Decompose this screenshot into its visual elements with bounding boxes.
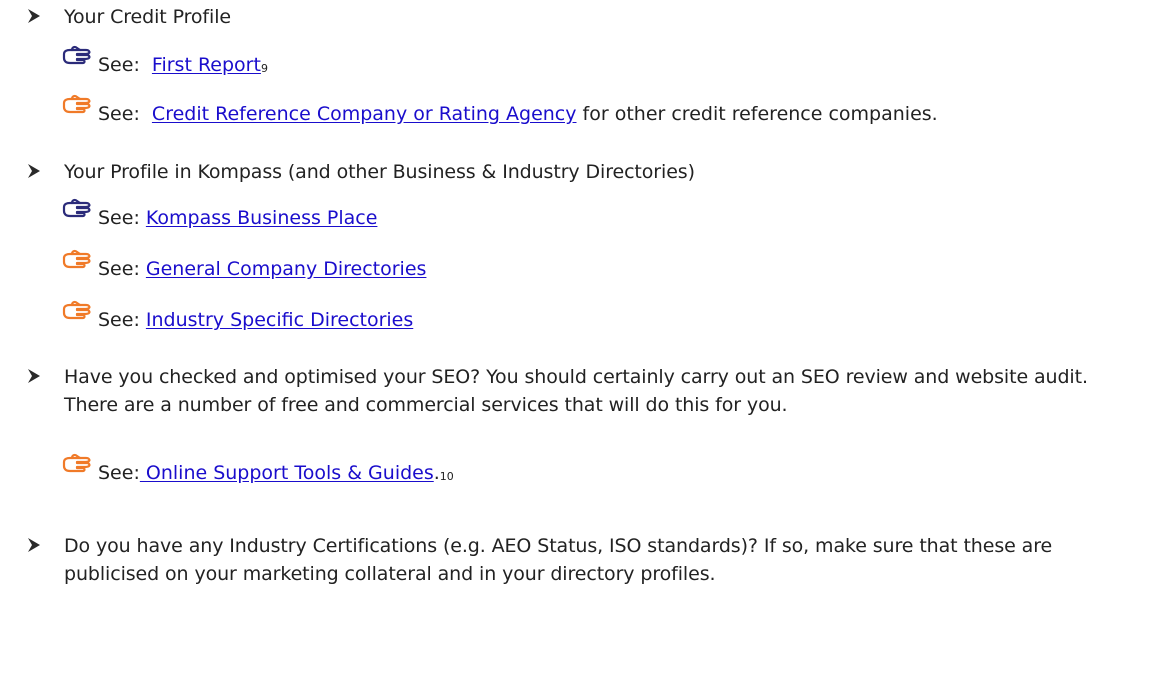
see-label: See:	[98, 258, 146, 280]
pointing-hand-icon	[62, 249, 96, 271]
see-reference: See: Kompass Business Place	[62, 196, 377, 230]
footnote-marker: 10	[439, 470, 454, 483]
arrow-bullet-icon	[26, 368, 42, 384]
bullet-text: Have you checked and optimised your SEO?…	[64, 366, 1088, 416]
bullet-item: Do you have any Industry Certifications …	[26, 532, 1146, 588]
first-report-link[interactable]: First Report	[152, 53, 261, 77]
bullet-text: Your Credit Profile	[64, 6, 231, 28]
see-label: See:	[98, 207, 146, 229]
pointing-hand-icon	[62, 453, 96, 475]
see-label: See:	[98, 462, 140, 484]
pointing-hand-icon	[62, 94, 96, 116]
online-support-tools-link[interactable]: Online Support Tools & Guides	[140, 461, 434, 485]
bullet-text: Do you have any Industry Certifications …	[64, 535, 1053, 585]
pointing-hand-icon	[62, 45, 96, 67]
see-label: See:	[98, 54, 152, 76]
see-reference: See: General Company Directories	[62, 247, 426, 281]
pointing-hand-icon	[62, 198, 96, 220]
see-reference: See: Credit Reference Company or Rating …	[62, 92, 938, 126]
footnote-marker: 9	[260, 62, 268, 75]
pointing-hand-icon	[62, 300, 96, 322]
arrow-bullet-icon	[26, 537, 42, 553]
see-reference: See: Online Support Tools & Guides . 10	[62, 451, 454, 485]
reference-note: for other credit reference companies.	[576, 103, 938, 125]
bullet-item: Your Profile in Kompass (and other Busin…	[26, 158, 1146, 186]
see-reference: See: First Report 9	[62, 43, 268, 77]
industry-specific-directories-link[interactable]: Industry Specific Directories	[146, 308, 413, 332]
bullet-item: Your Credit Profile	[26, 3, 1146, 31]
credit-reference-link[interactable]: Credit Reference Company or Rating Agenc…	[152, 102, 577, 126]
bullet-item: Have you checked and optimised your SEO?…	[26, 363, 1146, 419]
see-label: See:	[98, 309, 146, 331]
bullet-text: Your Profile in Kompass (and other Busin…	[64, 161, 695, 183]
see-reference: See: Industry Specific Directories	[62, 298, 413, 332]
arrow-bullet-icon	[26, 163, 42, 179]
kompass-business-place-link[interactable]: Kompass Business Place	[146, 206, 378, 230]
arrow-bullet-icon	[26, 8, 42, 24]
general-company-directories-link[interactable]: General Company Directories	[146, 257, 427, 281]
see-label: See:	[98, 103, 152, 125]
